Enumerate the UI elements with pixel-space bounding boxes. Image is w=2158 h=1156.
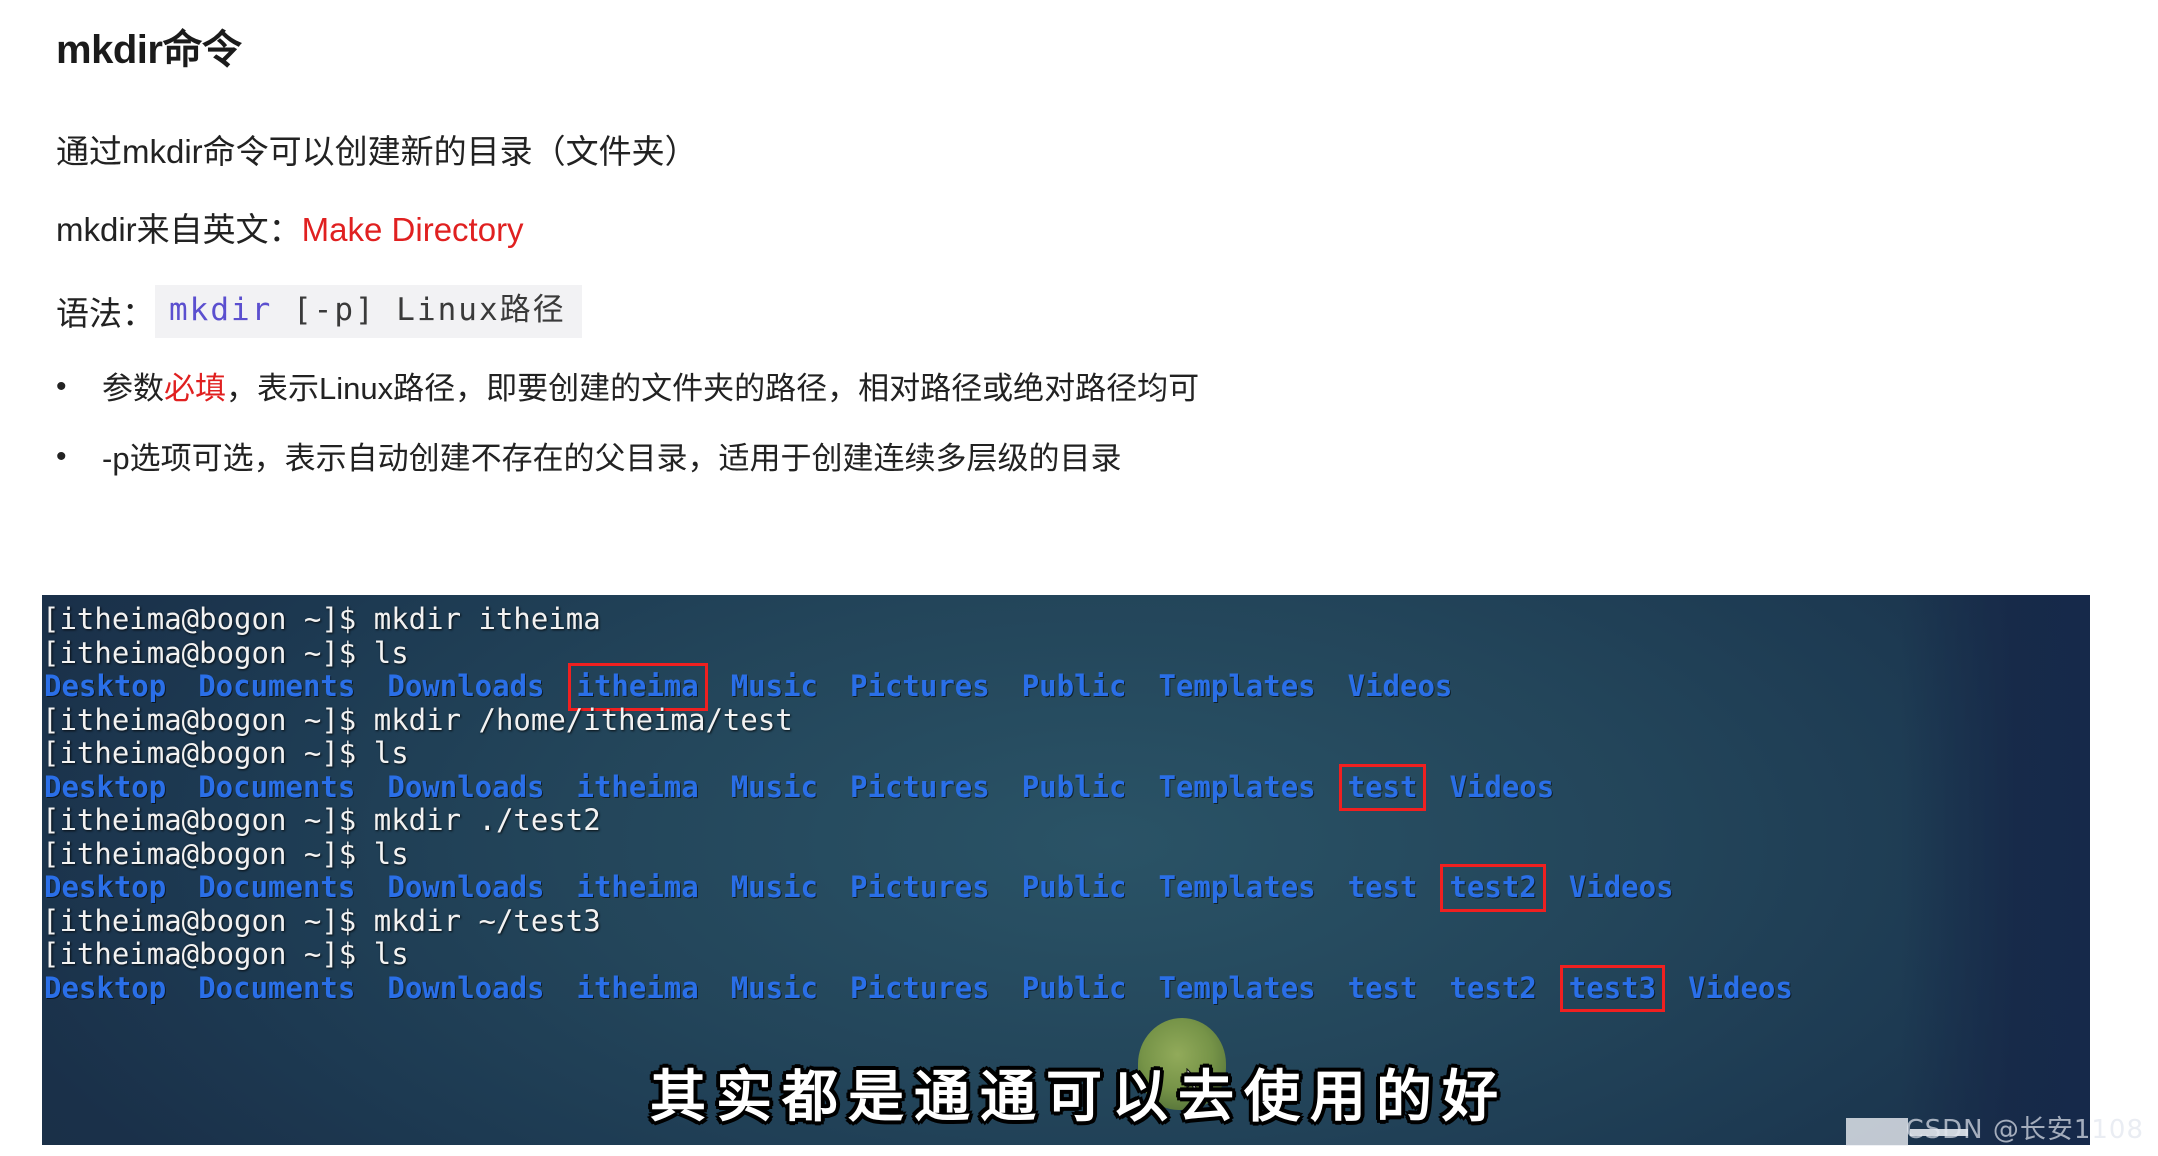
bullet-text: -p选项可选，表示自动创建不存在的父目录，适用于创建连续多层级的目录 xyxy=(86,438,1122,480)
terminal-window[interactable]: [itheima@bogon ~]$ mkdir itheima [itheima… xyxy=(42,595,2090,1145)
terminal-command-row: [itheima@bogon ~]$ mkdir itheima xyxy=(42,602,2090,637)
directory-item: Templates xyxy=(1158,870,1316,904)
directory-item: Templates xyxy=(1158,769,1316,804)
directory-item-highlighted: itheima xyxy=(567,663,708,711)
origin-value: Make Directory xyxy=(301,210,524,248)
directory-item: Documents xyxy=(198,870,356,904)
list-item: • -p选项可选，表示自动创建不存在的父目录，适用于创建连续多层级的目录 xyxy=(56,438,2158,480)
origin-prefix: mkdir来自英文： xyxy=(56,210,302,248)
terminal-command-text: [itheima@bogon ~]$ mkdir ~/test3 xyxy=(42,903,601,938)
directory-item: test xyxy=(1347,870,1418,904)
terminal-command-row: [itheima@bogon ~]$ ls xyxy=(42,736,2090,771)
intro-paragraph: 通过mkdir命令可以创建新的目录（文件夹） xyxy=(56,133,698,170)
directory-item: Templates xyxy=(1158,669,1316,703)
directory-item: itheima xyxy=(576,870,699,904)
directory-item: Desktop xyxy=(44,870,167,904)
directory-item: Music xyxy=(730,669,819,703)
directory-item: Downloads xyxy=(387,870,545,904)
directory-item-highlighted: test xyxy=(1338,763,1427,811)
terminal-command-text: [itheima@bogon ~]$ ls xyxy=(42,635,409,670)
directory-item-highlighted: test3 xyxy=(1559,964,1666,1012)
terminal-command-text: [itheima@bogon ~]$ ls xyxy=(42,736,409,770)
terminal-ls-row: Desktop Documents Downloads itheima Music Pic… xyxy=(42,763,2090,811)
terminal-ls-row: Desktop Documents Downloads itheima Music Pic… xyxy=(42,864,2090,912)
bullet-dot-icon: • xyxy=(56,369,67,403)
directory-item: Pictures xyxy=(850,970,990,1005)
directory-item: Downloads xyxy=(387,669,545,703)
directory-item: Downloads xyxy=(387,970,545,1005)
syntax-command: mkdir xyxy=(169,292,273,329)
directory-item: itheima xyxy=(576,970,699,1005)
bullet-list: • 参数必填，表示Linux路径，即要创建的文件夹的路径，相对路径或绝对路径均可… xyxy=(56,368,2158,480)
directory-item: Public xyxy=(1021,970,1127,1005)
directory-item: Desktop xyxy=(44,970,167,1005)
page-title: mkdir命令 xyxy=(56,28,242,72)
directory-item: Music xyxy=(730,870,819,904)
bullet-post: -p选项可选，表示自动创建不存在的父目录，适用于创建连续多层级的目录 xyxy=(102,440,1122,476)
directory-item: Videos xyxy=(1347,669,1453,703)
terminal-command-row: [itheima@bogon ~]$ ls xyxy=(42,635,2090,671)
directory-item: Downloads xyxy=(387,769,545,804)
directory-item: Documents xyxy=(198,669,356,703)
terminal-command-text: [itheima@bogon ~]$ mkdir itheima xyxy=(42,602,601,636)
terminal-command-row: [itheima@bogon ~]$ mkdir ./test2 xyxy=(42,803,2090,838)
terminal-command-text: [itheima@bogon ~]$ ls xyxy=(42,836,409,871)
terminal-command-text: [itheima@bogon ~]$ mkdir ./test2 xyxy=(42,803,601,837)
directory-item: Documents xyxy=(198,769,356,804)
bullet-emphasis: 必填 xyxy=(164,370,226,406)
bottom-strip xyxy=(0,1146,2158,1156)
slide-page: mkdir命令 通过mkdir命令可以创建新的目录（文件夹） mkdir来自英文… xyxy=(0,0,2158,1156)
directory-item: Pictures xyxy=(850,769,990,804)
directory-item: test xyxy=(1347,970,1418,1005)
bullet-post: ，表示Linux路径，即要创建的文件夹的路径，相对路径或绝对路径均可 xyxy=(226,370,1200,406)
terminal-command-row: [itheima@bogon ~]$ mkdir ~/test3 xyxy=(42,903,2090,939)
syntax-arguments: [-p] Linux路径 xyxy=(272,292,566,329)
directory-item: Videos xyxy=(1449,769,1555,804)
directory-item: Desktop xyxy=(44,769,167,804)
directory-item: Public xyxy=(1021,669,1127,703)
directory-item: Pictures xyxy=(850,669,990,703)
syntax-row: 语法： mkdir [-p] Linux路径 xyxy=(56,285,2158,338)
slide-content: mkdir命令 通过mkdir命令可以创建新的目录（文件夹） mkdir来自英文… xyxy=(0,0,2158,596)
syntax-code-block: mkdir [-p] Linux路径 xyxy=(155,285,582,338)
directory-item: Videos xyxy=(1688,970,1793,1005)
bullet-pre: 参数 xyxy=(102,370,164,406)
list-item: • 参数必填，表示Linux路径，即要创建的文件夹的路径，相对路径或绝对路径均可 xyxy=(56,368,2158,410)
terminal-command-row: [itheima@bogon ~]$ mkdir /home/itheima/t… xyxy=(42,702,2090,738)
directory-item: Music xyxy=(730,970,819,1005)
bullet-dot-icon: • xyxy=(56,439,67,473)
terminal-command-text: [itheima@bogon ~]$ ls xyxy=(42,937,409,971)
directory-item-highlighted: test2 xyxy=(1440,864,1546,912)
directory-item: Templates xyxy=(1158,970,1316,1005)
terminal-command-row: [itheima@bogon ~]$ ls xyxy=(42,836,2090,872)
directory-item: Music xyxy=(730,769,819,804)
syntax-label: 语法： xyxy=(56,295,155,333)
directory-item: Videos xyxy=(1568,870,1674,904)
directory-item: Public xyxy=(1021,870,1127,904)
terminal-output: [itheima@bogon ~]$ mkdir itheima [itheima… xyxy=(42,602,2090,1012)
bullet-text: 参数必填，表示Linux路径，即要创建的文件夹的路径，相对路径或绝对路径均可 xyxy=(86,368,1199,410)
directory-item: itheima xyxy=(576,769,699,804)
terminal-ls-row: Desktop Documents Downloads itheima Music Pic… xyxy=(42,663,2090,711)
directory-item: test2 xyxy=(1449,970,1537,1005)
directory-item: Pictures xyxy=(850,870,990,904)
directory-item: Public xyxy=(1021,769,1127,804)
terminal-ls-row: Desktop Documents Downloads itheima Music Pic… xyxy=(42,964,2090,1012)
terminal-command-row: [itheima@bogon ~]$ ls xyxy=(42,937,2090,972)
origin-paragraph: mkdir来自英文：Make Directory xyxy=(56,208,2158,253)
directory-item: Documents xyxy=(198,970,356,1005)
terminal-command-text: [itheima@bogon ~]$ mkdir /home/itheima/t… xyxy=(42,702,793,737)
directory-item: Desktop xyxy=(44,669,167,703)
